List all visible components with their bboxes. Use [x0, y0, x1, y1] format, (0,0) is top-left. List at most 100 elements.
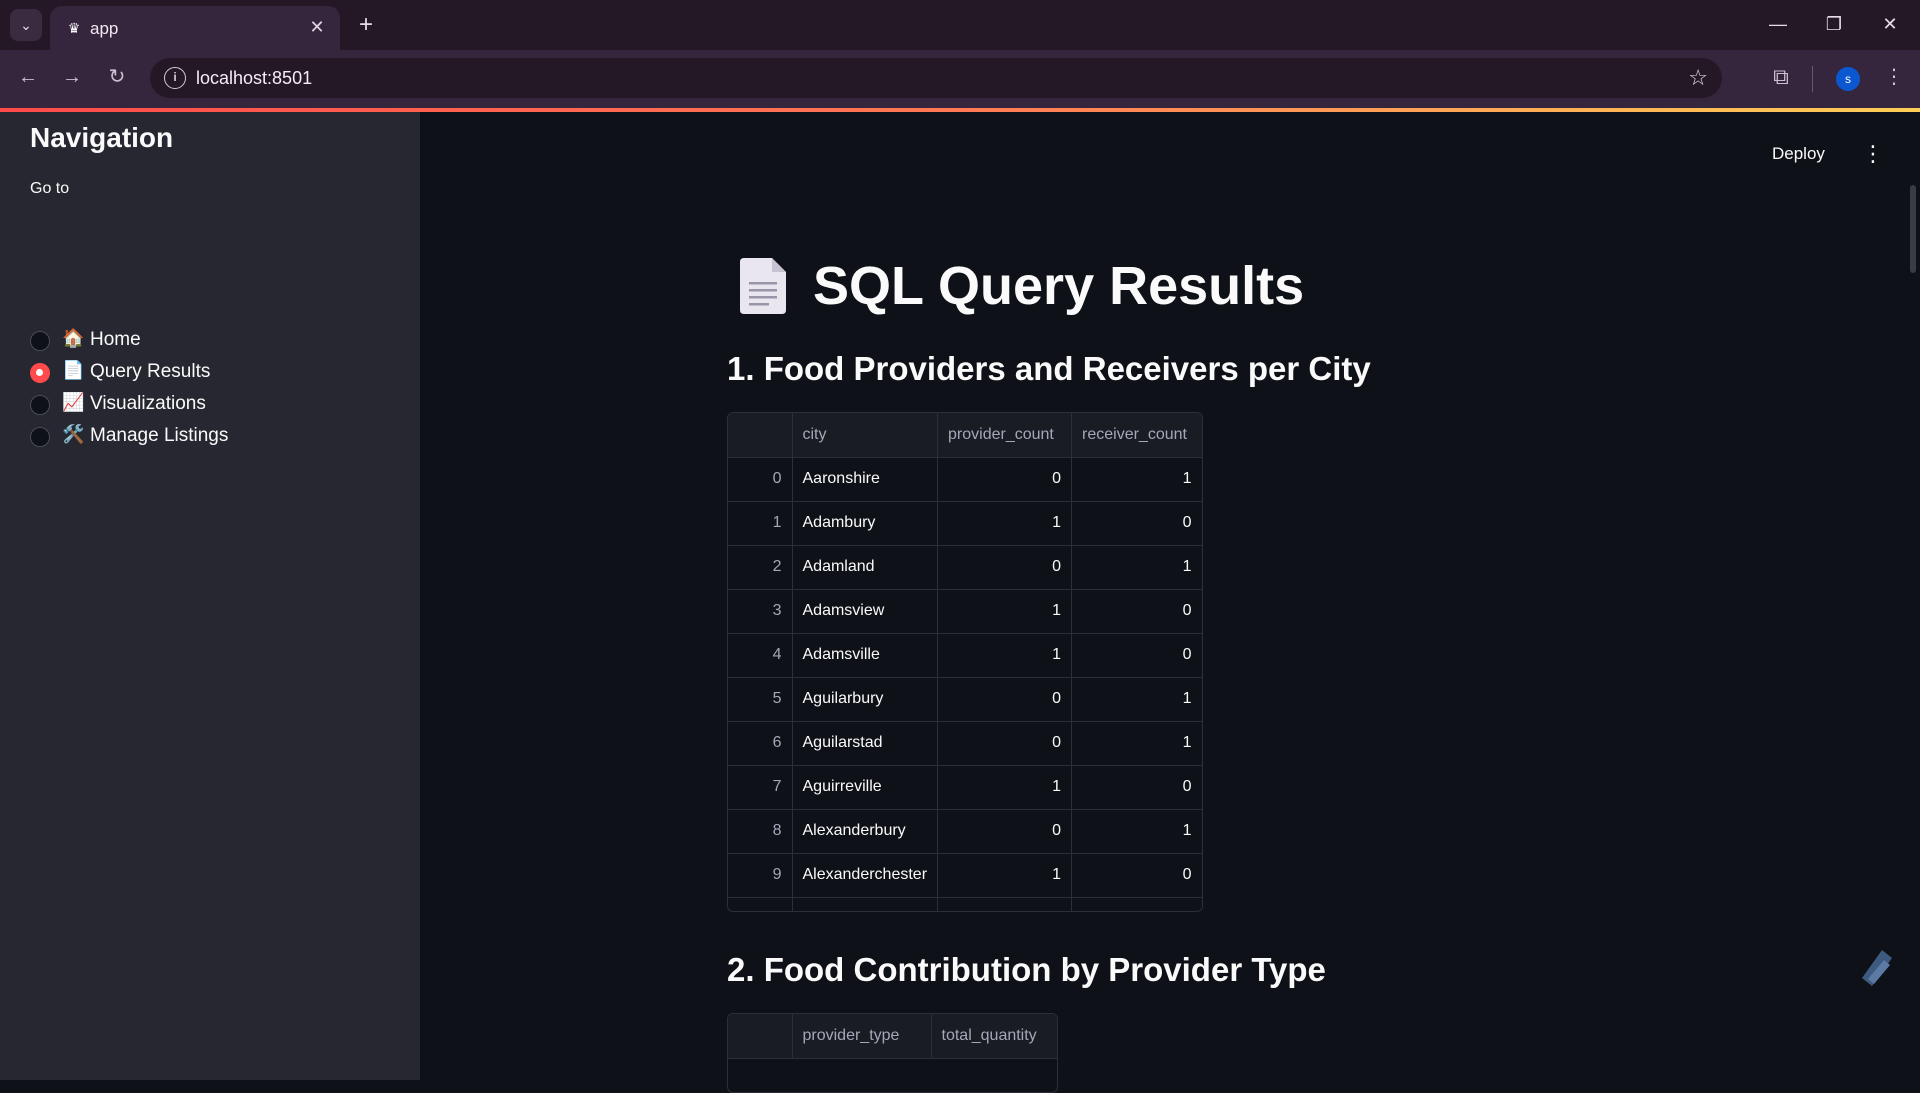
table-row[interactable]: 1 Adambury 1 0	[728, 501, 1202, 546]
tab-title: app	[90, 19, 119, 38]
tab-close-icon[interactable]: ✕	[306, 16, 328, 38]
window-close-icon[interactable]: ✕	[1868, 8, 1912, 40]
table-header-row: provider_type total_quantity	[728, 1014, 1057, 1059]
table-cell[interactable]: 1	[1071, 677, 1202, 722]
table-cell[interactable]: Alexanderchester	[792, 853, 939, 898]
chart-icon: 📈	[62, 392, 85, 412]
table-cell[interactable]: 1	[1071, 721, 1202, 766]
table-cell[interactable]: Adamsville	[792, 633, 939, 678]
radio-button-selected[interactable]	[30, 363, 50, 383]
radio-button[interactable]	[30, 395, 50, 415]
table-cell[interactable]: Aguilarbury	[792, 677, 939, 722]
table-cell[interactable]: 0	[937, 721, 1073, 766]
table-cell[interactable]: Adamland	[792, 545, 939, 590]
address-bar[interactable]: i localhost:8501 ☆	[150, 58, 1722, 98]
section-heading: 2. Food Contribution by Provider Type	[727, 951, 1326, 988]
table-cell[interactable]: 0	[1071, 589, 1202, 634]
table-cell[interactable]: 1	[937, 633, 1073, 678]
table-cell[interactable]: 1	[937, 501, 1073, 546]
table-cell[interactable]: 0	[1071, 501, 1202, 546]
page-scrollbar[interactable]	[1910, 185, 1916, 273]
radio-button[interactable]	[30, 427, 50, 447]
row-index: 0	[728, 457, 793, 502]
table-row[interactable]: 9 Alexanderchester 1 0	[728, 853, 1202, 898]
table-row[interactable]: 3 Adamsview 1 0	[728, 589, 1202, 634]
table-cell[interactable]: 1	[937, 589, 1073, 634]
table-cell[interactable]: 1	[1071, 545, 1202, 590]
streamlit-logo-icon[interactable]	[1862, 950, 1892, 986]
table-row[interactable]: 5 Aguilarbury 0 1	[728, 677, 1202, 722]
new-tab-plus-icon[interactable]: +	[352, 11, 380, 39]
row-index: 8	[728, 809, 793, 854]
table-cell[interactable]: Aaronshire	[792, 457, 939, 502]
table-cell[interactable]: 0	[1071, 633, 1202, 678]
column-header[interactable]: provider_type	[792, 1014, 932, 1059]
deploy-button[interactable]: Deploy	[1772, 144, 1825, 164]
sidebar-item-label: Manage Listings	[90, 425, 229, 446]
app-menu-icon[interactable]: ⋮	[1862, 140, 1884, 168]
row-index	[728, 897, 793, 911]
tab-search-chevron-icon[interactable]: ⌄	[10, 9, 42, 41]
browser-menu-icon[interactable]: ⋮	[1880, 63, 1908, 91]
row-index: 6	[728, 721, 793, 766]
table-row[interactable]: 8 Alexanderbury 0 1	[728, 809, 1202, 854]
table-row[interactable]: 4 Adamsville 1 0	[728, 633, 1202, 678]
table-cell[interactable]	[937, 897, 1073, 911]
page-title: SQL Query Results	[813, 256, 1305, 316]
extensions-puzzle-icon[interactable]: ⧉	[1767, 63, 1795, 91]
row-index: 2	[728, 545, 793, 590]
table-cell[interactable]: Alexanderbury	[792, 809, 939, 854]
column-header[interactable]: total_quantity	[931, 1014, 1057, 1059]
toolbar-divider	[1812, 66, 1813, 92]
table-row-partial[interactable]	[728, 897, 1202, 911]
dataframe-provider-type[interactable]: provider_type total_quantity	[727, 1013, 1058, 1093]
reload-icon[interactable]: ↻	[103, 63, 131, 91]
table-cell[interactable]: Adamsview	[792, 589, 939, 634]
browser-tab[interactable]: ♛ app ✕	[50, 6, 340, 50]
restore-icon[interactable]: ❐	[1812, 8, 1856, 40]
table-cell[interactable]: 0	[937, 545, 1073, 590]
page-document-icon	[740, 258, 786, 314]
url-text[interactable]: localhost:8501	[196, 68, 312, 89]
table-cell[interactable]: 1	[937, 853, 1073, 898]
back-arrow-icon[interactable]: ←	[14, 63, 42, 91]
table-cell[interactable]	[792, 897, 939, 911]
column-header[interactable]: provider_count	[937, 413, 1073, 458]
index-header	[728, 1014, 793, 1059]
table-row[interactable]: 0 Aaronshire 0 1	[728, 457, 1202, 502]
table-cell[interactable]: Adambury	[792, 501, 939, 546]
table-row[interactable]: 7 Aguirreville 1 0	[728, 765, 1202, 810]
table-row[interactable]: 6 Aguilarstad 0 1	[728, 721, 1202, 766]
minimize-icon[interactable]: —	[1756, 8, 1800, 40]
table-row[interactable]: 2 Adamland 0 1	[728, 545, 1202, 590]
dataframe-providers-receivers[interactable]: city provider_count receiver_count 0 Aar…	[727, 412, 1203, 912]
sidebar-item-query-results[interactable]: 📄 Query Results	[30, 358, 390, 386]
sidebar	[0, 112, 420, 1080]
forward-arrow-icon[interactable]: →	[58, 63, 86, 91]
column-header[interactable]: receiver_count	[1071, 413, 1202, 458]
table-cell[interactable]: 0	[937, 809, 1073, 854]
table-cell[interactable]	[1071, 897, 1202, 911]
table-cell[interactable]: 1	[1071, 809, 1202, 854]
crown-favicon-icon: ♛	[67, 20, 81, 36]
table-cell[interactable]: 0	[937, 457, 1073, 502]
column-header[interactable]: city	[792, 413, 939, 458]
table-cell[interactable]: Aguirreville	[792, 765, 939, 810]
table-cell[interactable]: 0	[1071, 765, 1202, 810]
radio-button[interactable]	[30, 331, 50, 351]
table-cell[interactable]: 0	[1071, 853, 1202, 898]
tools-icon: 🛠️	[62, 424, 85, 444]
sidebar-item-home[interactable]: 🏠 Home	[30, 326, 390, 354]
section-heading: 1. Food Providers and Receivers per City	[727, 350, 1371, 387]
site-info-icon[interactable]: i	[164, 67, 186, 89]
sidebar-item-visualizations[interactable]: 📈 Visualizations	[30, 390, 390, 418]
row-index: 9	[728, 853, 793, 898]
table-cell[interactable]: Aguilarstad	[792, 721, 939, 766]
table-cell[interactable]: 1	[937, 765, 1073, 810]
bookmark-star-icon[interactable]: ☆	[1688, 65, 1708, 91]
profile-avatar[interactable]: s	[1836, 67, 1860, 91]
sidebar-title: Navigation	[30, 122, 174, 153]
table-cell[interactable]: 1	[1071, 457, 1202, 502]
sidebar-item-manage-listings[interactable]: 🛠️ Manage Listings	[30, 422, 390, 450]
table-cell[interactable]: 0	[937, 677, 1073, 722]
